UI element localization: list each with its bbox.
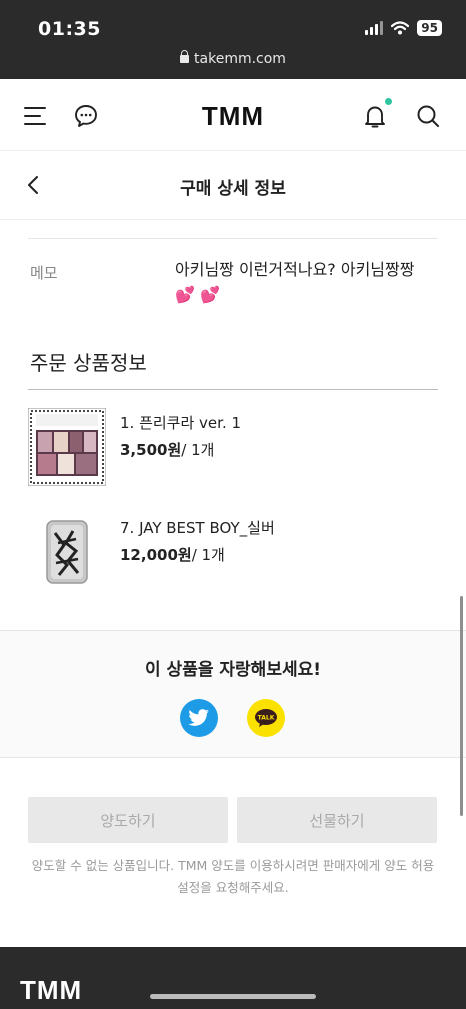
- status-time: 01:35: [38, 18, 101, 40]
- status-icons: 95: [365, 20, 442, 36]
- item-quantity: / 1개: [181, 441, 215, 459]
- product-thumbnail: [46, 520, 88, 584]
- section-divider: [28, 389, 438, 390]
- item-name: 7. JAY BEST BOY_실버: [120, 519, 275, 537]
- share-box: 이 상품을 자랑해보세요! TALK: [0, 630, 466, 758]
- title-bar: 구매 상세 정보: [0, 151, 466, 220]
- divider: [28, 238, 438, 239]
- order-item[interactable]: 1. 픈리쿠라 ver. 1 3,500원/ 1개: [28, 408, 438, 488]
- memo-label: 메모: [30, 264, 58, 282]
- lock-icon: [180, 50, 190, 63]
- notification-bell-icon[interactable]: [362, 103, 388, 129]
- twitter-share-button[interactable]: [180, 699, 218, 737]
- gift-button[interactable]: 선물하기: [237, 797, 437, 843]
- site-header: TMM: [0, 79, 466, 151]
- home-indicator[interactable]: [150, 994, 316, 999]
- transfer-button[interactable]: 양도하기: [28, 797, 228, 843]
- memo-text: 아키님짱 이런거적나요? 아키님짱짱 💕 💕: [175, 257, 430, 307]
- twitter-bird-icon: [188, 709, 209, 726]
- notification-dot: [385, 98, 392, 105]
- footer-logo[interactable]: TMM: [20, 975, 82, 1006]
- wifi-icon: [391, 21, 410, 35]
- kakao-talk-icon: TALK: [255, 709, 277, 727]
- share-title: 이 상품을 자랑해보세요!: [145, 660, 321, 680]
- item-price-amount: 12,000원: [120, 546, 192, 564]
- battery-indicator: 95: [417, 20, 442, 36]
- item-quantity: / 1개: [191, 546, 225, 564]
- heart-emoji: 💕: [200, 285, 220, 304]
- site-footer: TMM: [0, 947, 466, 1009]
- item-name: 1. 픈리쿠라 ver. 1: [120, 414, 242, 432]
- transfer-notice: 양도할 수 없는 상품입니다. TMM 양도를 이용하시려면 판매자에게 양도 …: [31, 858, 435, 895]
- kakao-share-button[interactable]: TALK: [247, 699, 285, 737]
- search-icon[interactable]: [415, 103, 441, 129]
- item-price-amount: 3,500원: [120, 441, 182, 459]
- heart-emoji: 💕: [175, 285, 195, 304]
- site-logo[interactable]: TMM: [0, 101, 466, 132]
- url-bar[interactable]: takemm.com: [0, 50, 466, 67]
- item-price: 12,000원/ 1개: [120, 544, 225, 565]
- status-bar: 01:35 95 takemm.com: [0, 0, 466, 79]
- url-text: takemm.com: [194, 51, 286, 67]
- scrollbar[interactable]: [460, 596, 463, 816]
- signal-icon: [365, 21, 384, 35]
- page-title: 구매 상세 정보: [180, 179, 286, 199]
- memo-message: 아키님짱 이런거적나요? 아키님짱짱: [175, 260, 415, 279]
- kakao-label: TALK: [258, 715, 275, 722]
- item-price: 3,500원/ 1개: [120, 439, 214, 460]
- order-section-title: 주문 상품정보: [30, 351, 147, 375]
- order-item[interactable]: 7. JAY BEST BOY_실버 12,000원/ 1개: [28, 513, 438, 593]
- product-thumbnail: [28, 408, 106, 486]
